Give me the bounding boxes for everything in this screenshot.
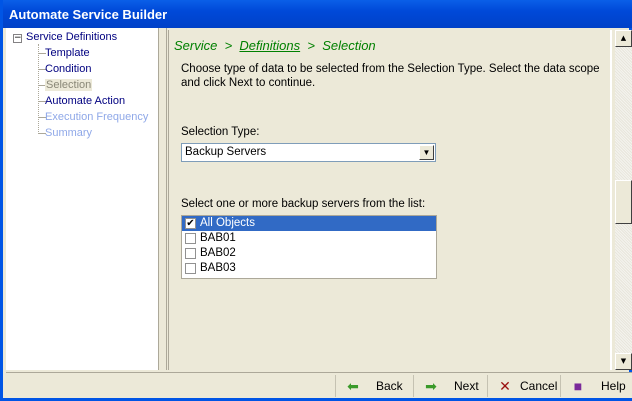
tree-item-selection[interactable]: Selection xyxy=(45,79,93,91)
list-item-bab03[interactable]: BAB03 xyxy=(182,261,436,276)
selection-type-dropdown[interactable]: Backup Servers ▼ xyxy=(181,143,436,162)
title-bar: Automate Service Builder xyxy=(3,0,632,28)
list-item-all-objects[interactable]: ✔ All Objects xyxy=(182,216,436,231)
help-label: Help xyxy=(601,379,626,393)
instructions-text: Choose type of data to be selected from … xyxy=(181,63,600,89)
scroll-up-button[interactable]: ▲ xyxy=(615,30,632,47)
next-label: Next xyxy=(454,379,479,393)
chevron-down-icon[interactable]: ▼ xyxy=(419,145,434,160)
breadcrumb: Service > Definitions > Selection xyxy=(174,38,376,53)
list-item-label: BAB02 xyxy=(200,247,236,259)
back-label: Back xyxy=(376,379,403,393)
list-item-label: BAB03 xyxy=(200,262,236,274)
tree-item-automate-action[interactable]: Automate Action xyxy=(45,95,125,107)
next-arrow-icon: ➡ xyxy=(425,378,437,394)
cancel-label: Cancel xyxy=(520,379,558,393)
help-book-icon: ■ xyxy=(573,378,583,394)
tree-item-template[interactable]: Template xyxy=(45,47,90,59)
checkbox[interactable] xyxy=(185,248,196,259)
server-list: ✔ All Objects BAB01 BAB02 BAB03 xyxy=(181,215,437,279)
tree-root-service-definitions[interactable]: Service Definitions xyxy=(26,31,117,43)
next-button[interactable]: ➡ Next xyxy=(413,375,487,397)
list-item-bab01[interactable]: BAB01 xyxy=(182,231,436,246)
checkbox[interactable] xyxy=(185,233,196,244)
wizard-window: Automate Service Builder − Service Defin… xyxy=(0,0,632,401)
scroll-down-button[interactable]: ▼ xyxy=(615,353,632,370)
list-item-label: All Objects xyxy=(200,217,255,229)
selection-type-label: Selection Type: xyxy=(181,126,260,138)
content-panel: Service > Definitions > Selection Choose… xyxy=(168,30,612,370)
button-bar: ⬅ Back ➡ Next ✕ Cancel ■ Help xyxy=(6,372,632,398)
breadcrumb-service: Service xyxy=(174,38,218,53)
list-item-label: BAB01 xyxy=(200,232,236,244)
tree-item-condition[interactable]: Condition xyxy=(45,63,91,75)
breadcrumb-separator: > xyxy=(307,38,315,53)
breadcrumb-separator: > xyxy=(224,38,233,53)
server-list-label: Select one or more backup servers from t… xyxy=(181,198,426,210)
breadcrumb-selection: Selection xyxy=(322,38,376,53)
list-item-bab02[interactable]: BAB02 xyxy=(182,246,436,261)
close-icon: ✕ xyxy=(499,378,511,394)
cancel-button[interactable]: ✕ Cancel xyxy=(487,375,560,397)
navigation-tree: − Service Definitions Template Condition… xyxy=(6,28,159,370)
back-button[interactable]: ⬅ Back xyxy=(335,375,413,397)
back-arrow-icon: ⬅ xyxy=(347,378,359,394)
checkbox-checked[interactable]: ✔ xyxy=(185,218,196,229)
checkbox[interactable] xyxy=(185,263,196,274)
pane-splitter[interactable] xyxy=(159,28,167,370)
selection-type-value: Backup Servers xyxy=(185,146,267,158)
tree-item-execution-frequency: Execution Frequency xyxy=(45,111,149,123)
scrollbar-thumb[interactable] xyxy=(615,180,632,224)
help-button[interactable]: ■ Help xyxy=(560,375,630,397)
vertical-scrollbar[interactable]: ▲ ▼ xyxy=(615,30,632,370)
tree-item-summary: Summary xyxy=(45,127,93,139)
collapse-icon[interactable]: − xyxy=(13,34,22,43)
breadcrumb-definitions-link[interactable]: Definitions xyxy=(239,38,300,53)
